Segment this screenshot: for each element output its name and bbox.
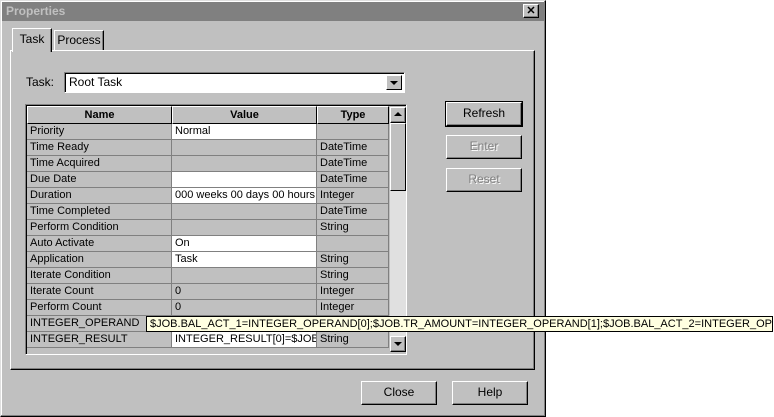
row-name-cell: Perform Count bbox=[27, 300, 172, 316]
row-name-cell: Duration bbox=[27, 188, 172, 204]
row-name-cell: Auto Activate bbox=[27, 236, 172, 252]
title-bar[interactable]: Properties bbox=[2, 2, 544, 21]
row-name-cell: Iterate Count bbox=[27, 284, 172, 300]
row-name-cell: Due Date bbox=[27, 172, 172, 188]
close-button[interactable]: Close bbox=[361, 381, 437, 405]
row-type-cell bbox=[317, 124, 389, 140]
row-value-cell[interactable]: Normal bbox=[172, 124, 317, 140]
row-value-cell[interactable] bbox=[172, 220, 317, 236]
row-name-cell: Time Acquired bbox=[27, 156, 172, 172]
close-icon: ✕ bbox=[526, 5, 536, 17]
scroll-down-button[interactable] bbox=[390, 336, 406, 352]
row-type-cell: Integer bbox=[317, 300, 389, 316]
task-combobox[interactable]: Root Task bbox=[64, 72, 405, 93]
row-name-cell: Time Completed bbox=[27, 204, 172, 220]
help-button-label: Help bbox=[477, 385, 503, 399]
tab-task[interactable]: Task bbox=[12, 28, 52, 52]
row-type-cell: DateTime bbox=[317, 172, 389, 188]
row-name-cell: Time Ready bbox=[27, 140, 172, 156]
row-value-cell[interactable]: Task bbox=[172, 252, 317, 268]
row-value-cell[interactable]: 0 bbox=[172, 284, 317, 300]
row-type-cell: String bbox=[317, 220, 389, 236]
row-name-cell: Priority bbox=[27, 124, 172, 140]
chevron-down-icon bbox=[394, 342, 402, 346]
row-type-cell: DateTime bbox=[317, 156, 389, 172]
tab-task-label: Task bbox=[19, 32, 45, 46]
row-name-cell: Perform Condition bbox=[27, 220, 172, 236]
tab-process-label: Process bbox=[57, 33, 101, 47]
refresh-button-label: Refresh bbox=[462, 106, 506, 120]
value-tooltip: $JOB.BAL_ACT_1=INTEGER_OPERAND[0];$JOB.T… bbox=[146, 316, 773, 332]
row-type-cell: String bbox=[317, 332, 389, 348]
reset-button[interactable]: Reset bbox=[446, 168, 522, 192]
row-type-cell: Integer bbox=[317, 284, 389, 300]
enter-button[interactable]: Enter bbox=[446, 135, 522, 159]
refresh-button[interactable]: Refresh bbox=[445, 101, 523, 127]
column-header-type[interactable]: Type bbox=[317, 106, 389, 124]
scroll-thumb[interactable] bbox=[390, 123, 406, 191]
task-dropdown-button[interactable] bbox=[386, 75, 402, 90]
row-value-cell[interactable]: On bbox=[172, 236, 317, 252]
row-type-cell: Integer bbox=[317, 188, 389, 204]
tab-process[interactable]: Process bbox=[54, 30, 104, 50]
chevron-up-icon bbox=[394, 112, 402, 116]
row-value-cell[interactable] bbox=[172, 140, 317, 156]
column-header-value[interactable]: Value bbox=[172, 106, 317, 124]
column-header-name[interactable]: Name bbox=[27, 106, 172, 124]
row-value-cell[interactable]: 0 bbox=[172, 300, 317, 316]
close-window-button[interactable]: ✕ bbox=[523, 4, 539, 18]
row-value-cell[interactable]: 000 weeks 00 days 00 hours bbox=[172, 188, 317, 204]
row-type-cell: String bbox=[317, 268, 389, 284]
row-name-cell: Iterate Condition bbox=[27, 268, 172, 284]
row-value-cell[interactable] bbox=[172, 268, 317, 284]
task-combobox-value: Root Task bbox=[69, 75, 123, 89]
window-title: Properties bbox=[6, 4, 66, 18]
row-type-cell: String bbox=[317, 252, 389, 268]
row-value-cell[interactable] bbox=[172, 156, 317, 172]
row-type-cell bbox=[317, 236, 389, 252]
row-value-cell[interactable]: INTEGER_RESULT[0]=$JOB.B bbox=[172, 332, 317, 348]
row-value-cell[interactable] bbox=[172, 204, 317, 220]
enter-button-label: Enter bbox=[469, 139, 499, 153]
close-button-label: Close bbox=[383, 385, 415, 399]
help-button[interactable]: Help bbox=[452, 381, 528, 405]
reset-button-label: Reset bbox=[468, 172, 500, 186]
row-value-cell[interactable] bbox=[172, 172, 317, 188]
row-type-cell: DateTime bbox=[317, 140, 389, 156]
row-name-cell: INTEGER_RESULT bbox=[27, 332, 172, 348]
row-type-cell: DateTime bbox=[317, 204, 389, 220]
row-name-cell: Application bbox=[27, 252, 172, 268]
task-label: Task: bbox=[26, 75, 55, 89]
scroll-up-button[interactable] bbox=[390, 107, 406, 123]
chevron-down-icon bbox=[390, 81, 398, 85]
